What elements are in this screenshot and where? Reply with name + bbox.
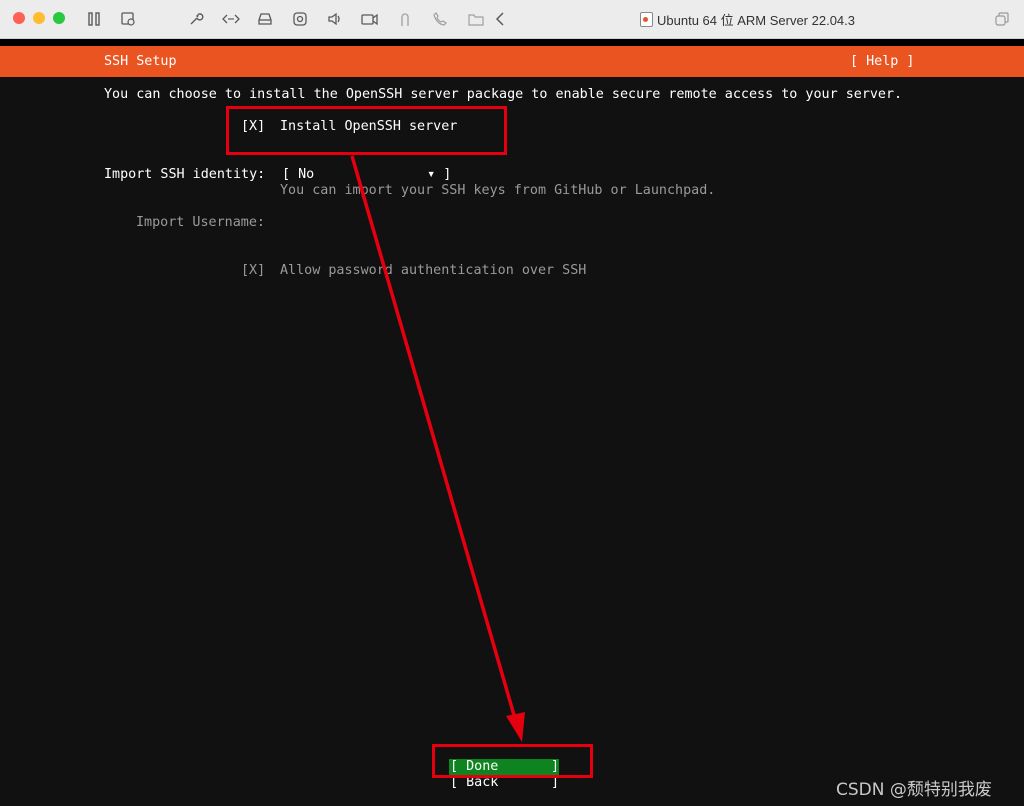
- import-ssh-identity-label: Import SSH identity:: [104, 167, 266, 182]
- help-button[interactable]: [ Help ]: [850, 54, 915, 69]
- sound-icon[interactable]: [325, 9, 345, 29]
- import-username-label: Import Username:: [136, 215, 265, 230]
- import-ssh-identity-select[interactable]: [ No ▾ ]: [282, 167, 451, 182]
- allow-password-label[interactable]: Allow password authentication over SSH: [280, 263, 586, 278]
- video-icon[interactable]: [360, 9, 380, 29]
- share-folder-icon[interactable]: [466, 9, 486, 29]
- camera-icon[interactable]: [290, 9, 310, 29]
- import-ssh-identity-hint: You can import your SSH keys from GitHub…: [280, 183, 716, 198]
- installer-screen: SSH Setup [ Help ] You can choose to ins…: [0, 46, 1024, 806]
- window-divider: [0, 39, 1024, 46]
- settings-wrench-icon[interactable]: [186, 9, 206, 29]
- network-icon[interactable]: [221, 9, 241, 29]
- back-chevron-icon[interactable]: [490, 9, 510, 29]
- window-title-text: Ubuntu 64 位 ARM Server 22.04.3: [657, 12, 855, 28]
- phone-icon[interactable]: [430, 9, 450, 29]
- close-window-button[interactable]: [13, 12, 25, 24]
- page-title: SSH Setup: [104, 54, 177, 69]
- installer-header: SSH Setup [ Help ]: [0, 46, 1024, 77]
- restore-window-icon[interactable]: [992, 9, 1012, 29]
- minimize-window-button[interactable]: [33, 12, 45, 24]
- allow-password-checkbox[interactable]: [X]: [241, 263, 265, 278]
- maximize-window-button[interactable]: [53, 12, 65, 24]
- intro-text: You can choose to install the OpenSSH se…: [104, 87, 903, 102]
- usb-icon[interactable]: [395, 9, 415, 29]
- watermark: CSDN @颓特别我废: [836, 780, 992, 800]
- window-titlebar: Ubuntu 64 位 ARM Server 22.04.3: [0, 0, 1024, 39]
- disk-icon[interactable]: [255, 9, 275, 29]
- window-title: Ubuntu 64 位 ARM Server 22.04.3: [640, 10, 855, 28]
- pause-icon[interactable]: [84, 9, 104, 29]
- vm-document-icon: [640, 11, 653, 27]
- done-highlight-box: [432, 744, 593, 778]
- install-openssh-highlight-box: [226, 106, 507, 155]
- snapshot-icon[interactable]: [118, 9, 138, 29]
